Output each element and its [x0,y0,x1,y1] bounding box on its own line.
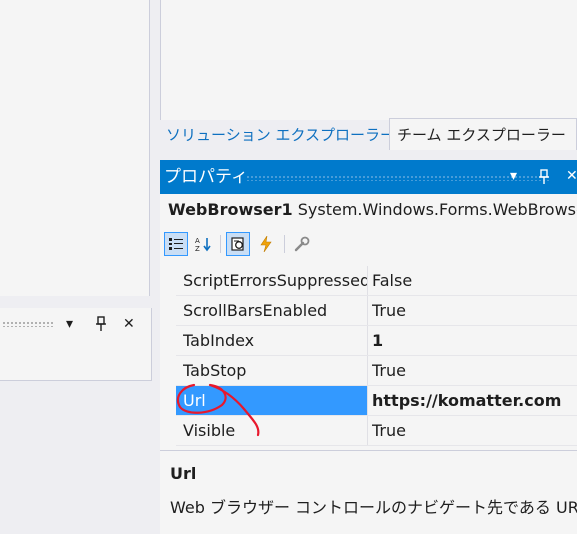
solution-explorer-area [160,0,577,120]
properties-icon[interactable] [226,232,250,256]
property-name: ScrollBarsEnabled [183,301,328,320]
pin-icon[interactable] [538,169,550,189]
pin-icon[interactable] [95,316,107,336]
svg-text:A: A [195,237,200,245]
categorized-icon[interactable] [164,232,188,256]
properties-panel: WebBrowser1 System.Windows.Forms.WebBrow… [160,194,577,534]
drag-grip[interactable] [246,175,551,181]
description-text: Web ブラウザー コントロールのナビゲート先である URL を指定します。 [170,498,577,517]
left-panel-body [0,342,152,381]
dropdown-icon[interactable]: ▾ [510,168,517,184]
object-type: System.Windows.Forms.WebBrowser [297,200,577,219]
tab-solution-explorer[interactable]: ソリューション エクスプローラー [160,120,401,150]
close-icon[interactable]: ✕ [566,168,577,184]
property-name: ScriptErrorsSuppressed [183,271,367,290]
property-value[interactable]: 1 [372,326,577,356]
description-title: Url [170,464,197,483]
property-value[interactable]: True [372,356,577,386]
splitter[interactable] [150,0,159,534]
property-value[interactable]: True [372,296,577,326]
property-row-scripterrorssuppressed[interactable]: ScriptErrorsSuppressed False [176,266,577,296]
left-panel-header: ▾ ✕ [0,308,152,342]
dropdown-icon[interactable]: ▾ [66,316,73,332]
property-pages-icon[interactable] [290,232,314,256]
drag-grip[interactable] [2,321,54,327]
svg-text:Z: Z [195,245,200,252]
events-icon[interactable] [254,232,278,256]
tab-team-explorer[interactable]: チーム エクスプローラー [389,118,577,150]
property-row-scrollbarsenabled[interactable]: ScrollBarsEnabled True [176,296,577,326]
property-row-tabindex[interactable]: TabIndex 1 [176,326,577,356]
object-selector[interactable]: WebBrowser1 System.Windows.Forms.WebBrow… [168,200,577,219]
properties-title-bar: プロパティ ▾ ✕ [160,160,577,194]
property-value[interactable]: True [372,416,577,446]
annotation-circle [176,383,260,437]
alphabetical-icon[interactable]: AZ [192,232,216,256]
object-name: WebBrowser1 [168,200,293,219]
properties-title: プロパティ [164,167,248,187]
left-document-area [0,0,150,296]
property-name: TabIndex [183,331,255,350]
close-icon[interactable]: ✕ [123,316,135,332]
description-divider[interactable] [160,450,577,451]
property-value[interactable]: False [372,266,577,296]
property-value[interactable]: https://komatter.com [372,386,577,416]
